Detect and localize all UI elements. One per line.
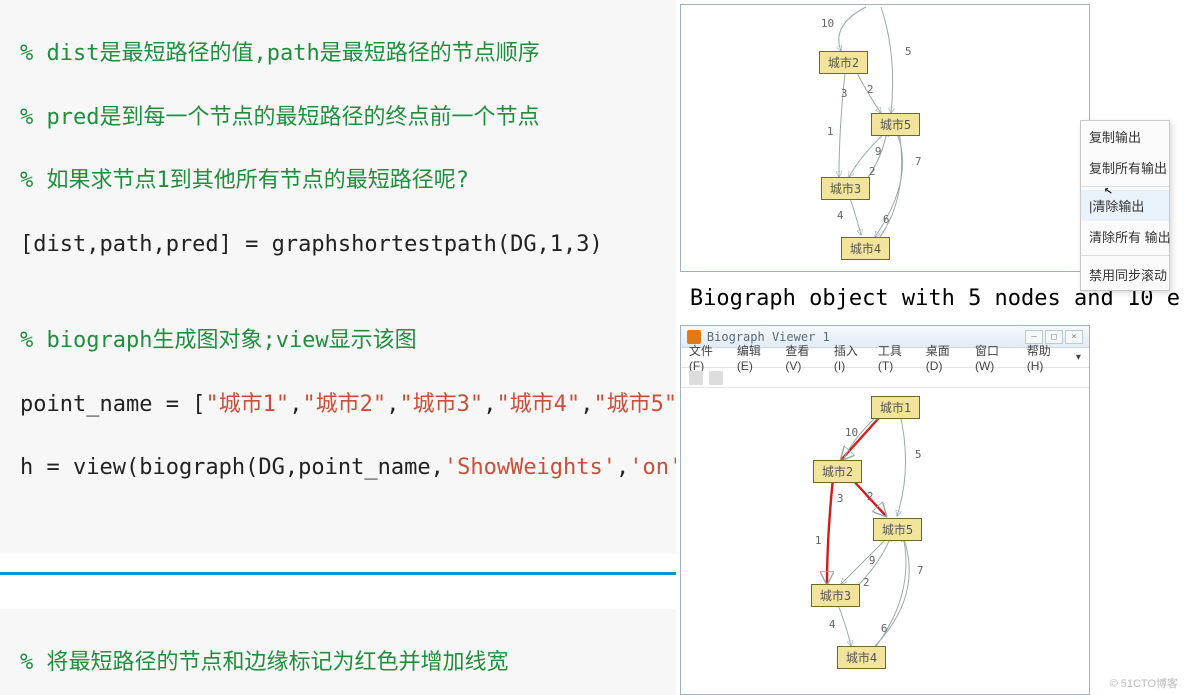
toolbar-print-icon[interactable] <box>689 371 703 385</box>
graph-node-3[interactable]: 城市3 <box>821 177 870 200</box>
comment: % biograph生成图对象;view显示该图 <box>20 328 417 353</box>
ctx-copy-all-output[interactable]: 复制所有输出 <box>1081 152 1169 183</box>
comment: % 将最短路径的节点和边缘标记为红色并增加线宽 <box>20 650 509 675</box>
comment: % 如果求节点1到其他所有节点的最短路径呢? <box>20 168 469 193</box>
weight-label: 1 <box>827 125 834 138</box>
biograph-viewer-bottom[interactable]: Biograph Viewer 1 — □ × 文件(F) 编辑(E) 查看(V… <box>680 325 1090 695</box>
comment: % dist是最短路径的值,path是最短路径的节点顺序 <box>20 41 540 66</box>
window-close-button[interactable]: × <box>1065 330 1083 344</box>
menu-edit[interactable]: 编辑(E) <box>737 342 776 373</box>
toolbar-zoom-icon[interactable] <box>709 371 723 385</box>
weight-label: 7 <box>915 155 922 168</box>
graph-node-4[interactable]: 城市4 <box>841 237 890 260</box>
weight-label: 5 <box>915 448 922 461</box>
menubar[interactable]: 文件(F) 编辑(E) 查看(V) 插入(I) 工具(T) 桌面(D) 窗口(W… <box>681 348 1089 368</box>
ctx-clear-output[interactable]: |清除输出 <box>1081 190 1169 221</box>
graph-node-2[interactable]: 城市2 <box>813 460 862 483</box>
menu-insert[interactable]: 插入(I) <box>834 342 868 373</box>
menu-file[interactable]: 文件(F) <box>689 342 727 373</box>
graph-node-4[interactable]: 城市4 <box>837 646 886 669</box>
ctx-copy-output[interactable]: 复制输出 <box>1081 121 1169 152</box>
weight-label: 7 <box>917 564 924 577</box>
weight-label: 3 <box>841 87 848 100</box>
watermark: © 51CTO博客 <box>1110 675 1178 691</box>
graph-node-5[interactable]: 城市5 <box>871 113 920 136</box>
graph-node-5[interactable]: 城市5 <box>873 518 922 541</box>
graph-node-1[interactable]: 城市1 <box>871 396 920 419</box>
weight-label: 2 <box>867 490 874 503</box>
comment: % pred是到每一个节点的最短路径的终点前一个节点 <box>20 105 539 130</box>
editor-column: % dist是最短路径的值,path是最短路径的节点顺序 % pred是到每一个… <box>0 0 676 695</box>
weight-label: 10 <box>821 17 834 30</box>
output-column: 城市2 城市5 城市3 城市4 10 5 2 3 1 9 7 4 6 2 Bio… <box>676 0 1184 695</box>
menu-window[interactable]: 窗口(W) <box>975 342 1017 373</box>
weight-label: 6 <box>883 213 890 226</box>
ctx-clear-all-output[interactable]: 清除所有 输出 <box>1081 221 1169 252</box>
weight-label: 10 <box>845 426 858 439</box>
weight-label: 9 <box>869 554 876 567</box>
weight-label: 5 <box>905 45 912 58</box>
menu-view[interactable]: 查看(V) <box>785 342 824 373</box>
biograph-viewer-top[interactable]: 城市2 城市5 城市3 城市4 10 5 2 3 1 9 7 4 6 2 <box>680 4 1090 272</box>
code-cell-1[interactable]: % dist是最短路径的值,path是最短路径的节点顺序 % pred是到每一个… <box>0 0 676 554</box>
menu-tools[interactable]: 工具(T) <box>878 342 916 373</box>
context-menu[interactable]: 复制输出 复制所有输出 |清除输出 清除所有 输出 禁用同步滚动 <box>1080 120 1170 291</box>
graph-node-3[interactable]: 城市3 <box>811 584 860 607</box>
ctx-disable-sync-scroll[interactable]: 禁用同步滚动 <box>1081 259 1169 290</box>
ctx-separator <box>1081 186 1169 187</box>
code-cell-2[interactable]: % 将最短路径的节点和边缘标记为红色并增加线宽 % getedgesbynode… <box>0 609 676 695</box>
weight-label: 9 <box>875 145 882 158</box>
weight-label: 2 <box>863 576 870 589</box>
ctx-separator <box>1081 255 1169 256</box>
weight-label: 4 <box>829 618 836 631</box>
code-line: [dist,path,pred] = graphshortestpath(DG,… <box>20 232 603 257</box>
menu-help[interactable]: 帮助(H) <box>1027 342 1066 373</box>
weight-label: 6 <box>881 622 888 635</box>
menubar-overflow-icon[interactable]: ▾ <box>1076 352 1081 363</box>
weight-label: 2 <box>867 83 874 96</box>
weight-label: 3 <box>837 492 844 505</box>
weight-label: 1 <box>815 534 822 547</box>
menu-desktop[interactable]: 桌面(D) <box>926 342 965 373</box>
weight-label: 2 <box>869 165 876 178</box>
weight-label: 4 <box>837 209 844 222</box>
graph-node-2[interactable]: 城市2 <box>819 51 868 74</box>
